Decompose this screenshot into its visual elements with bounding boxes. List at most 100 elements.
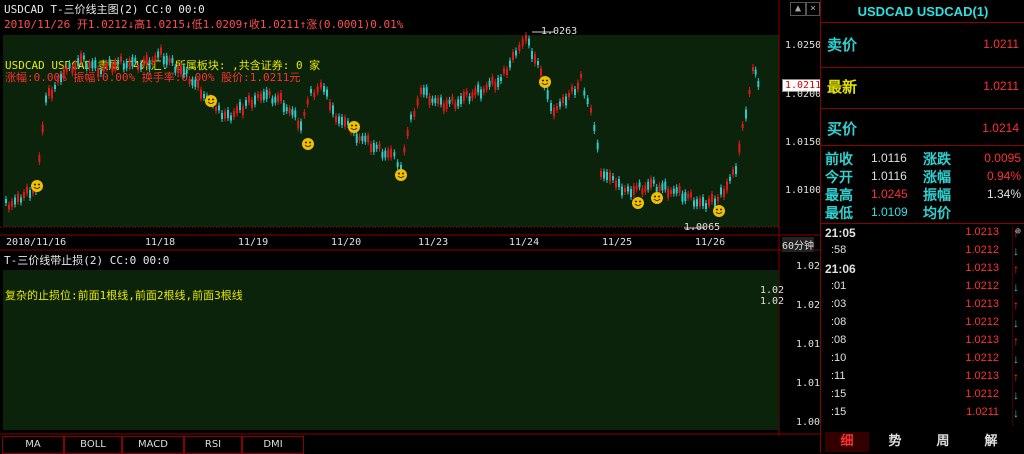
candle-body <box>168 58 171 63</box>
candle-body <box>316 86 319 93</box>
candle-body <box>434 98 437 104</box>
candle-body <box>609 172 611 182</box>
scroll-up-icon[interactable]: ⊕ <box>1013 226 1023 237</box>
candle-body <box>162 56 165 65</box>
tick-price: 1.0213 <box>965 262 999 274</box>
tick-row: :03 1.0213 ↑ <box>825 298 1021 316</box>
candle-body <box>583 90 586 96</box>
candle-body <box>303 112 306 116</box>
candle-body <box>71 67 74 74</box>
candle-body <box>11 201 13 207</box>
candle-body <box>500 77 502 81</box>
sell-price-row: 卖价 1.0211 <box>825 34 1019 58</box>
tick-price: 1.0212 <box>965 316 999 328</box>
candle-body <box>384 150 387 158</box>
candle-body <box>497 77 500 87</box>
date-label: 11/25 <box>602 237 633 248</box>
candle-body <box>65 67 68 72</box>
candle-body <box>705 203 707 209</box>
candle-body <box>754 69 757 75</box>
candle-body <box>251 100 253 108</box>
candle-body <box>230 115 232 121</box>
candle-body <box>323 86 325 92</box>
candle-body <box>741 124 744 128</box>
candle-body <box>62 69 65 79</box>
smiley-eye <box>355 124 357 127</box>
tick-time: 21:05 <box>825 226 856 240</box>
candle-body <box>355 133 358 143</box>
y-tick: 1.0100 <box>785 185 822 196</box>
candle-body <box>723 189 725 197</box>
candle-body <box>154 55 157 61</box>
tab-explain[interactable]: 解 <box>969 432 1013 452</box>
tab-dmi[interactable]: DMI <box>242 436 304 454</box>
last-price-row: 最新 1.0211 <box>825 76 1019 100</box>
candle-body <box>320 82 322 88</box>
candle-body <box>151 59 154 64</box>
candle-body <box>48 88 50 96</box>
candle-body <box>45 95 47 103</box>
candle-body <box>268 91 271 96</box>
candle-body <box>370 144 372 152</box>
tick-price: 1.0211 <box>966 406 999 418</box>
high-label: 1.0263 <box>541 26 578 37</box>
stat-row: 最低 1.0109 均价 <box>825 205 951 222</box>
candle-body <box>5 199 7 203</box>
candle-body <box>420 88 422 94</box>
buy-price-row: 买价 1.0214 <box>825 118 1019 142</box>
tick-row: :08 1.0213 ↑ <box>825 334 1021 352</box>
tick-price: 1.0212 <box>965 280 999 292</box>
tab-week[interactable]: 周 <box>921 432 965 452</box>
tab-boll[interactable]: BOLL <box>64 436 122 454</box>
smiley-icon <box>651 192 663 204</box>
tick-scrollbar[interactable]: ⊕ <box>1012 226 1023 426</box>
quote-panel: USDCAD USDCAD(1) 卖价 1.0211 最新 1.0211 买价 … <box>820 0 1024 453</box>
candle-body <box>460 96 462 104</box>
candle-body <box>624 188 626 192</box>
candle-body <box>661 183 664 191</box>
candle-body <box>494 81 497 90</box>
candle-body <box>396 162 399 168</box>
candle-body <box>451 96 454 102</box>
period-selector[interactable]: 60分钟 <box>782 237 815 252</box>
chart-area[interactable]: USDCAD T-三价线主图(2) CC:0 00:0 2010/11/26 开… <box>0 0 825 454</box>
candle-body <box>684 192 687 202</box>
candle-body <box>203 94 205 98</box>
candle-body <box>635 185 638 190</box>
candle-body <box>200 89 202 99</box>
smiley-icon <box>539 76 551 88</box>
smiley-eye <box>309 141 311 144</box>
candle-body <box>120 56 122 62</box>
candle-body <box>732 169 734 175</box>
tab-trend[interactable]: 势 <box>873 432 917 452</box>
candle-body <box>465 91 468 96</box>
candle-body <box>393 152 396 157</box>
candle-body <box>82 55 85 60</box>
candle-body <box>745 109 747 119</box>
y-tick: 1.0250 <box>785 40 822 51</box>
tab-detail[interactable]: 细 <box>825 432 869 452</box>
candle-body <box>618 179 620 187</box>
tab-macd[interactable]: MACD <box>122 436 184 454</box>
candle-body <box>105 62 108 69</box>
tick-list[interactable]: 21:05 1.0213 ↑:58 1.0212 ↓ 21:06 1.0213 ↑:01 1.0… <box>821 226 1024 426</box>
candle-body <box>729 177 731 181</box>
sub-y-tick: 1.00 <box>796 417 821 428</box>
last-value: 1.0211 <box>983 79 1019 93</box>
candle-body <box>571 86 573 92</box>
buy-label: 买价 <box>827 120 858 138</box>
tab-rsi[interactable]: RSI <box>184 436 242 454</box>
candle-body <box>102 66 105 72</box>
candle-body <box>586 98 589 104</box>
candle-body <box>239 102 241 110</box>
candle-body <box>540 68 542 76</box>
smiley-eye <box>305 141 307 144</box>
candle-body <box>23 192 25 198</box>
candle-body <box>233 111 235 117</box>
smiley-eye <box>38 183 40 186</box>
candle-body <box>94 60 97 69</box>
candle-body <box>482 88 485 93</box>
tab-ma[interactable]: MA <box>2 436 64 454</box>
candle-body <box>306 99 309 105</box>
candle-body <box>717 197 719 201</box>
